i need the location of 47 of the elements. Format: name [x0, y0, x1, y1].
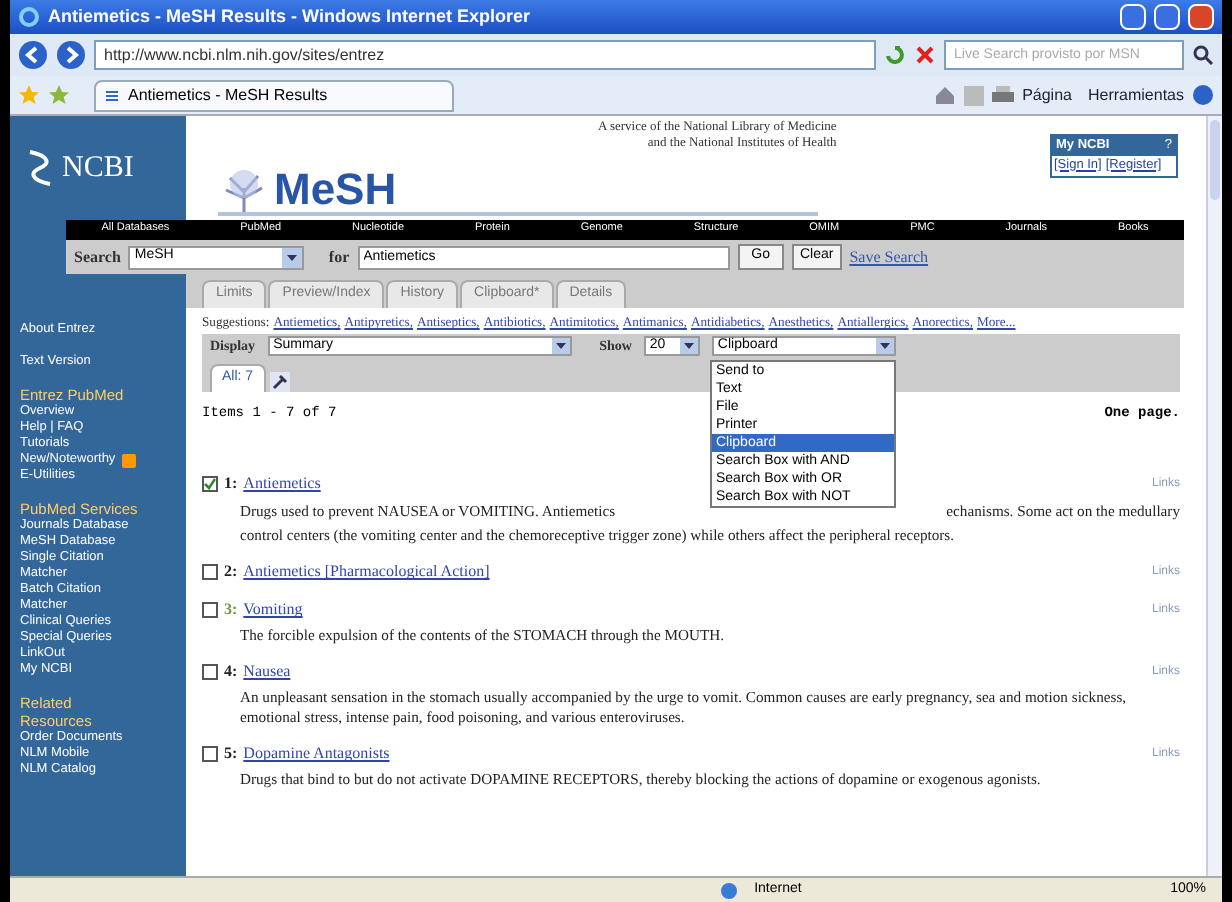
back-icon[interactable]: [18, 40, 48, 70]
stop-icon[interactable]: [914, 44, 936, 66]
search-label: Search: [74, 245, 121, 269]
browser-logo-icon: [18, 6, 40, 28]
star-icon[interactable]: [18, 84, 40, 106]
result-title-link[interactable]: Nausea: [243, 660, 291, 685]
result-title-link[interactable]: Vomiting: [243, 598, 303, 623]
scroll-thumb[interactable]: [1210, 120, 1220, 200]
for-label: for: [328, 245, 350, 269]
minimize-button[interactable]: [1120, 4, 1146, 30]
refresh-icon[interactable]: [884, 44, 906, 66]
checkbox[interactable]: [202, 664, 218, 681]
dropdown-arrow-icon: [551, 338, 570, 355]
mesh-logo: MeSH: [274, 168, 397, 212]
page-icon: [104, 87, 120, 103]
window-title: Antiemetics - MeSH Results - Windows Internet Explorer: [48, 3, 532, 30]
save-search-link[interactable]: Save Search: [849, 245, 929, 269]
dropdown-arrow-icon: [875, 338, 894, 355]
rss-icon[interactable]: [121, 453, 136, 467]
ncbi-logo: NCBI: [62, 149, 134, 188]
address-field[interactable]: http://www.ncbi.nlm.nih.gov/sites/entrez: [94, 40, 876, 70]
close-button[interactable]: [1188, 4, 1214, 30]
print-icon[interactable]: [992, 85, 1015, 105]
result-title-link[interactable]: Antiemetics: [243, 472, 321, 497]
home-icon[interactable]: [934, 84, 957, 106]
checkbox[interactable]: [202, 746, 218, 763]
checkbox[interactable]: [202, 476, 218, 493]
result-number: 2:: [224, 560, 238, 585]
result-number: 1:: [224, 472, 238, 497]
result-number: 3:: [224, 598, 238, 623]
forward-icon[interactable]: [56, 40, 86, 70]
search-icon[interactable]: [1192, 44, 1214, 66]
dropdown-arrow-icon: [679, 338, 698, 355]
globe-icon: [720, 881, 739, 899]
checkbox[interactable]: [202, 564, 218, 581]
wrench-icon[interactable]: [269, 371, 290, 392]
result-number: 4:: [224, 660, 238, 685]
menu-button[interactable]: Página: [1022, 83, 1072, 107]
checkbox[interactable]: [202, 602, 218, 619]
help-icon[interactable]: [1192, 84, 1214, 106]
browser-tab[interactable]: Antiemetics - MeSH Results: [94, 79, 454, 111]
result-title-link[interactable]: Antiemetics [Pharmacological Action]: [243, 560, 490, 585]
maximize-button[interactable]: [1154, 4, 1180, 30]
result-number: 5:: [224, 742, 238, 767]
result-title-link[interactable]: Dopamine Antagonists: [243, 742, 390, 767]
helix-logo-icon: [26, 148, 54, 188]
menu-button[interactable]: Herramientas: [1087, 83, 1184, 107]
